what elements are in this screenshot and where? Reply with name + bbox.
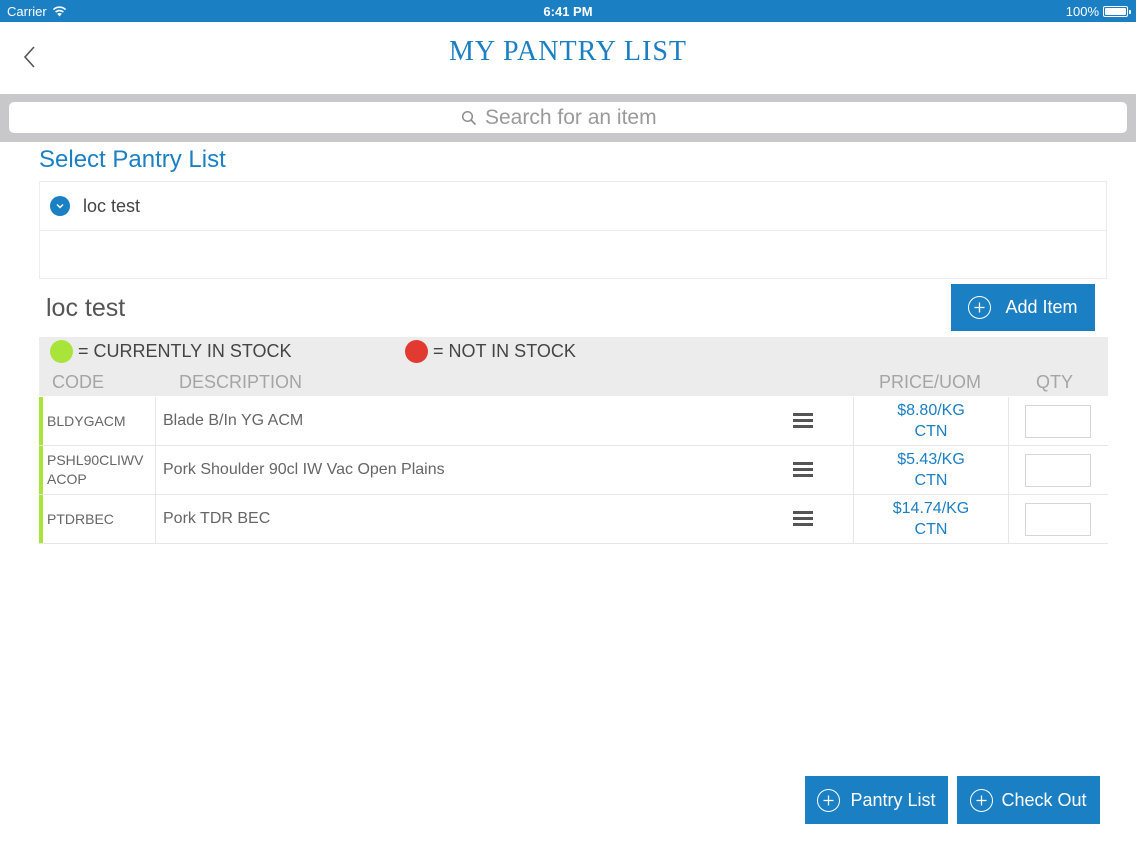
item-price-cell: $14.74/KG CTN — [854, 495, 1009, 543]
item-description: Blade B/In YG ACM — [163, 412, 304, 429]
qty-input[interactable] — [1025, 404, 1091, 438]
item-code: PSHL90CLIWVACOP — [43, 446, 156, 494]
search-bar — [0, 94, 1136, 142]
status-bar: Carrier 6:41 PM 100% — [0, 0, 1136, 22]
list-title: loc test — [46, 294, 126, 322]
item-code: PTDRBEC — [43, 495, 156, 543]
search-icon — [461, 110, 477, 125]
pantry-list-label: Pantry List — [850, 789, 936, 810]
table-header: = CURRENTLY IN STOCK = NOT IN STOCK CODE… — [39, 337, 1108, 396]
item-price: $14.74/KG — [892, 500, 970, 517]
item-qty-cell — [1009, 397, 1107, 445]
item-description-cell: Pork TDR BEC — [156, 495, 854, 543]
check-out-button[interactable]: Check Out — [957, 776, 1100, 824]
pantry-option-loc-test[interactable]: loc test — [40, 182, 1106, 231]
nav-bar: MY PANTRY LIST — [0, 22, 1136, 94]
table-row: PSHL90CLIWVACOP Pork Shoulder 90cl IW Va… — [39, 446, 1108, 495]
item-description-cell: Blade B/In YG ACM — [156, 397, 854, 445]
item-description: Pork TDR BEC — [163, 510, 271, 527]
column-header-description: DESCRIPTION — [179, 372, 303, 392]
pantry-items-table: BLDYGACM Blade B/In YG ACM $8.80/KG CTN … — [39, 397, 1108, 544]
add-item-button[interactable]: Add Item — [951, 284, 1095, 331]
legend-in-stock-label: = CURRENTLY IN STOCK — [78, 341, 292, 361]
table-row: BLDYGACM Blade B/In YG ACM $8.80/KG CTN — [39, 397, 1108, 446]
table-row: PTDRBEC Pork TDR BEC $14.74/KG CTN — [39, 495, 1108, 544]
pantry-list-selector: loc test — [39, 181, 1107, 279]
legend-not-in-stock-label: = NOT IN STOCK — [433, 341, 576, 361]
item-description: Pork Shoulder 90cl IW Vac Open Plains — [163, 461, 445, 478]
battery-percent: 100% — [1065, 4, 1099, 19]
page-title: MY PANTRY LIST — [448, 36, 688, 67]
item-price: $5.43/KG — [897, 451, 965, 468]
battery-icon — [1103, 6, 1131, 17]
item-price-cell: $5.43/KG CTN — [854, 446, 1009, 494]
green-dot-icon — [50, 340, 73, 363]
pantry-option-label: loc test — [83, 195, 141, 216]
item-description-cell: Pork Shoulder 90cl IW Vac Open Plains — [156, 446, 854, 494]
menu-icon[interactable] — [793, 413, 813, 429]
check-out-label: Check Out — [1001, 789, 1087, 810]
red-dot-icon — [405, 340, 428, 363]
item-qty-cell — [1009, 495, 1107, 543]
clock: 6:41 PM — [543, 4, 593, 19]
menu-icon[interactable] — [793, 462, 813, 478]
item-price: $8.80/KG — [897, 402, 965, 419]
legend-not-in-stock: = NOT IN STOCK — [405, 340, 576, 363]
column-header-qty: QTY — [1036, 372, 1074, 392]
column-header-price: PRICE/UOM — [879, 372, 982, 392]
item-uom: CTN — [914, 423, 948, 440]
item-code: BLDYGACM — [43, 397, 156, 445]
plus-circle-icon — [817, 788, 841, 812]
item-price-cell: $8.80/KG CTN — [854, 397, 1009, 445]
item-qty-cell — [1009, 446, 1107, 494]
plus-circle-icon — [968, 296, 992, 319]
chevron-down-icon — [50, 196, 70, 216]
pantry-list-button[interactable]: Pantry List — [805, 776, 948, 824]
qty-input[interactable] — [1025, 502, 1091, 536]
add-item-label: Add Item — [1005, 297, 1078, 317]
select-pantry-heading: Select Pantry List — [39, 146, 226, 173]
item-uom: CTN — [914, 472, 948, 489]
menu-icon[interactable] — [793, 511, 813, 527]
qty-input[interactable] — [1025, 453, 1091, 487]
column-header-code: CODE — [52, 372, 105, 392]
search-field[interactable] — [9, 102, 1127, 133]
item-uom: CTN — [914, 521, 948, 538]
search-input[interactable] — [485, 105, 675, 130]
battery-status: 100% — [1065, 4, 1131, 19]
plus-circle-icon — [970, 788, 994, 812]
legend-in-stock: = CURRENTLY IN STOCK — [50, 340, 292, 363]
